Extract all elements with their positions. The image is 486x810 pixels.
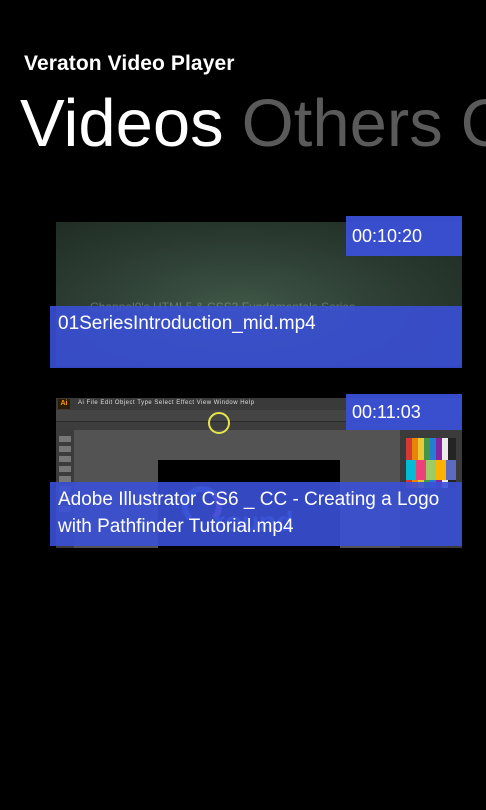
video-title: 01SeriesIntroduction_mid.mp4 <box>50 306 462 368</box>
tab-next-partial[interactable]: O <box>461 84 486 164</box>
video-duration: 00:11:03 <box>346 394 462 430</box>
tab-others[interactable]: Others <box>242 84 443 164</box>
tab-videos[interactable]: Videos <box>20 84 224 164</box>
video-tile[interactable]: Channel9's HTML5 & CSS3 Fundamentals Ser… <box>50 216 462 368</box>
swatch-grid <box>406 460 456 480</box>
cursor-highlight-icon <box>208 412 230 434</box>
video-duration: 00:10:20 <box>346 216 462 256</box>
illustrator-logo-icon: Ai <box>58 399 70 409</box>
pivot-header: VideosOthersO <box>20 84 486 164</box>
video-tile[interactable]: Ai Ai File Edit Object Type Select Effec… <box>50 394 462 548</box>
video-title: Adobe Illustrator CS6 _ CC - Creating a … <box>50 482 462 546</box>
thumbnail-text: Ai File Edit Object Type Select Effect V… <box>78 400 255 406</box>
app-title: Veraton Video Player <box>24 52 235 75</box>
